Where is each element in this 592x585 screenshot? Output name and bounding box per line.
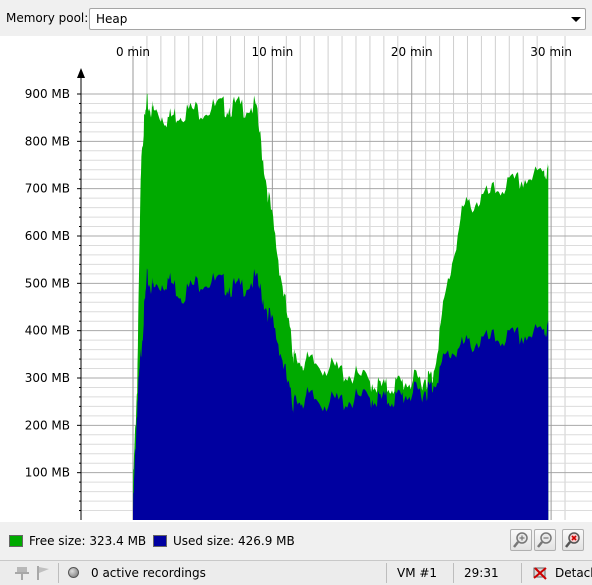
vm-label: VM #1 [397, 566, 438, 580]
flag-icon[interactable] [34, 565, 50, 584]
status-separator [386, 563, 387, 583]
free-size-swatch [9, 535, 23, 547]
y-axis-arrow [77, 68, 85, 78]
status-separator [453, 563, 454, 583]
zoom-out-button[interactable] [534, 529, 556, 551]
zoom-in-button[interactable] [510, 529, 532, 551]
status-bar: 0 active recordings VM #1 29:31 Detach [0, 560, 592, 585]
x-tick-label: 0 min [116, 45, 150, 59]
status-separator [521, 563, 522, 583]
used-size-swatch [153, 535, 167, 547]
recordings-status: 0 active recordings [91, 566, 206, 580]
zoom-reset-icon [565, 532, 580, 548]
y-tick-label: 800 MB [25, 134, 70, 148]
chart-legend: Free size: 323.4 MB Used size: 426.9 MB [0, 522, 592, 558]
y-tick-label: 200 MB [25, 418, 70, 432]
used-size-label: Used size: 426.9 MB [173, 534, 295, 548]
zoom-reset-button[interactable] [562, 529, 584, 551]
detach-button[interactable]: Detach [530, 561, 592, 585]
y-tick-label: 900 MB [25, 87, 70, 101]
memory-chart-svg: 100 MB 200 MB 300 MB 400 MB 500 MB 600 MB 700 … [25, 36, 592, 521]
y-tick-label: 300 MB [25, 371, 70, 385]
y-tick-label: 600 MB [25, 229, 70, 243]
detach-icon [532, 565, 548, 584]
y-tick-label: 100 MB [25, 466, 70, 480]
x-tick-label: 20 min [391, 45, 433, 59]
elapsed-time: 29:31 [464, 566, 499, 580]
x-tick-label: 10 min [252, 45, 294, 59]
memory-pool-select[interactable]: Heap [89, 8, 586, 30]
memory-pool-value: Heap [96, 12, 128, 26]
memory-pool-label: Memory pool: [6, 11, 89, 25]
y-tick-label: 500 MB [25, 276, 70, 290]
status-separator [58, 563, 59, 583]
detach-label: Detach [555, 566, 592, 580]
y-tick-label: 400 MB [25, 324, 70, 338]
free-size-label: Free size: 323.4 MB [29, 534, 147, 548]
zoom-in-icon [513, 532, 528, 548]
recording-status-icon [68, 567, 79, 578]
pin-icon[interactable] [14, 565, 30, 584]
memory-chart: 100 MB 200 MB 300 MB 400 MB 500 MB 600 MB 700 … [0, 36, 592, 522]
zoom-out-icon [537, 532, 552, 548]
y-tick-label: 700 MB [25, 182, 70, 196]
chevron-down-icon[interactable] [567, 9, 585, 29]
x-tick-label: 30 min [530, 45, 572, 59]
memory-pool-bar: Memory pool: Heap [0, 0, 592, 36]
